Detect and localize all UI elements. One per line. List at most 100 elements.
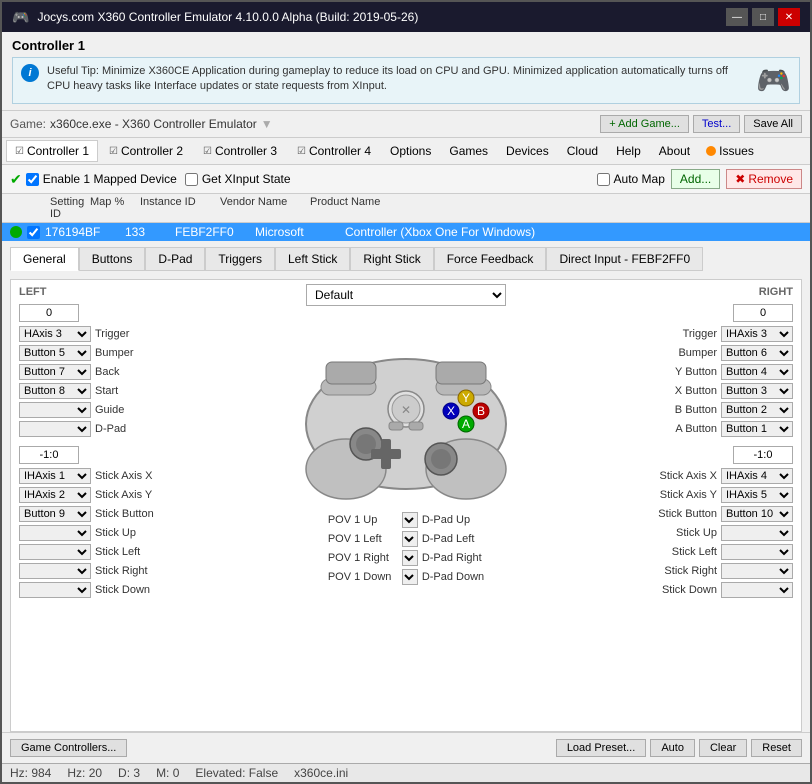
b-button-select[interactable]: Button 2 bbox=[721, 402, 793, 418]
tab-buttons[interactable]: Buttons bbox=[79, 247, 146, 271]
trigger-row-left: HAxis 3 Trigger bbox=[19, 326, 219, 342]
stick-axis-y-select-right[interactable]: IHAxis 5 bbox=[721, 487, 793, 503]
start-select[interactable]: Button 8 bbox=[19, 383, 91, 399]
maximize-button[interactable]: □ bbox=[752, 8, 774, 26]
y-button-select[interactable]: Button 4 bbox=[721, 364, 793, 380]
y-button-row: Y Button Button 4 bbox=[593, 364, 793, 380]
menu-bar: ☑ Controller 1 ☑ Controller 2 ☑ Controll… bbox=[2, 138, 810, 165]
menu-cloud[interactable]: Cloud bbox=[559, 141, 606, 161]
tab-controller3[interactable]: ☑ Controller 3 bbox=[194, 140, 286, 162]
left-panel: LEFT HAxis 3 Trigger Button 5 Bumper But… bbox=[19, 284, 219, 727]
game-controllers-button[interactable]: Game Controllers... bbox=[10, 739, 127, 757]
clear-button[interactable]: Clear bbox=[699, 739, 747, 757]
stick-axis-x-select-right[interactable]: IHAxis 4 bbox=[721, 468, 793, 484]
guide-select[interactable] bbox=[19, 402, 91, 418]
pov1-up-select[interactable]: ▼ bbox=[402, 512, 418, 528]
tab-dpad[interactable]: D-Pad bbox=[145, 247, 205, 271]
pov1-down-row: POV 1 Down ▼ D-Pad Down bbox=[328, 569, 484, 585]
menu-about[interactable]: About bbox=[651, 141, 698, 161]
stick-up-select-left[interactable] bbox=[19, 525, 91, 541]
app-title: Jocys.com X360 Controller Emulator 4.10.… bbox=[37, 10, 418, 24]
enable-mapped-label[interactable]: ✔ Enable 1 Mapped Device bbox=[10, 171, 177, 188]
tab-right-stick[interactable]: Right Stick bbox=[350, 247, 433, 271]
reset-button[interactable]: Reset bbox=[751, 739, 802, 757]
tab-controller4[interactable]: ☑ Controller 4 bbox=[288, 140, 380, 162]
menu-devices[interactable]: Devices bbox=[498, 141, 557, 161]
left-value-box[interactable] bbox=[19, 304, 79, 322]
add-game-button[interactable]: + Add Game... bbox=[600, 115, 689, 133]
status-hz: Hz: 984 bbox=[10, 766, 51, 780]
load-preset-button[interactable]: Load Preset... bbox=[556, 739, 647, 757]
auto-map-checkbox[interactable] bbox=[597, 173, 610, 186]
get-xinput-checkbox[interactable] bbox=[185, 173, 198, 186]
row-checkbox[interactable] bbox=[27, 226, 40, 239]
menu-games[interactable]: Games bbox=[441, 141, 496, 161]
map-pct-cell: 133 bbox=[125, 225, 175, 239]
minimize-button[interactable]: — bbox=[726, 8, 748, 26]
pov1-up-row: POV 1 Up ▼ D-Pad Up bbox=[328, 512, 484, 528]
col-map-pct: Map % bbox=[90, 196, 140, 220]
stick-button-select-right[interactable]: Button 10 bbox=[721, 506, 793, 522]
get-xinput-label[interactable]: Get XInput State bbox=[185, 172, 291, 186]
right-stick-value-box[interactable] bbox=[733, 446, 793, 464]
game-bar: Game: x360ce.exe - X360 Controller Emula… bbox=[2, 111, 810, 138]
pov1-left-select[interactable]: ▼ bbox=[402, 531, 418, 547]
stick-down-select-left[interactable] bbox=[19, 582, 91, 598]
status-ini: x360ce.ini bbox=[294, 766, 348, 780]
stick-left-select-left[interactable] bbox=[19, 544, 91, 560]
dpad-select[interactable] bbox=[19, 421, 91, 437]
add-button[interactable]: Add... bbox=[671, 169, 720, 189]
controller-svg: ✕ A B X bbox=[281, 314, 531, 504]
tab-controller2[interactable]: ☑ Controller 2 bbox=[100, 140, 192, 162]
close-button[interactable]: ✕ bbox=[778, 8, 800, 26]
stick-left-select-right[interactable] bbox=[721, 544, 793, 560]
table-row[interactable]: 176194BF 133 FEBF2FF0 Microsoft Controll… bbox=[2, 223, 810, 241]
trigger-row-right: Trigger IHAxis 3 bbox=[593, 326, 793, 342]
stick-axis-x-row-left: IHAxis 1 Stick Axis X bbox=[19, 468, 219, 484]
bumper-select-right[interactable]: Button 6 bbox=[721, 345, 793, 361]
left-stick-value-box[interactable] bbox=[19, 446, 79, 464]
bumper-select-left[interactable]: Button 5 bbox=[19, 345, 91, 361]
pov1-left-label: POV 1 Left bbox=[328, 533, 398, 545]
back-select[interactable]: Button 7 bbox=[19, 364, 91, 380]
pov1-right-value: D-Pad Right bbox=[422, 552, 482, 564]
stick-up-select-right[interactable] bbox=[721, 525, 793, 541]
controller-header: Controller 1 i Useful Tip: Minimize X360… bbox=[2, 32, 810, 111]
pov1-right-select[interactable]: ▼ bbox=[402, 550, 418, 566]
bottom-bar: Game Controllers... Load Preset... Auto … bbox=[2, 732, 810, 763]
tab-direct-input[interactable]: Direct Input - FEBF2FF0 bbox=[546, 247, 703, 271]
pov1-down-value: D-Pad Down bbox=[422, 571, 484, 583]
trigger-select-right[interactable]: IHAxis 3 bbox=[721, 326, 793, 342]
tab-left-stick[interactable]: Left Stick bbox=[275, 247, 350, 271]
stick-axis-x-select-left[interactable]: IHAxis 1 bbox=[19, 468, 91, 484]
stick-button-row-left: Button 9 Stick Button bbox=[19, 506, 219, 522]
right-value-box[interactable] bbox=[733, 304, 793, 322]
tab-force-feedback[interactable]: Force Feedback bbox=[434, 247, 547, 271]
stick-button-select-left[interactable]: Button 9 bbox=[19, 506, 91, 522]
menu-options[interactable]: Options bbox=[382, 141, 439, 161]
controller-image: ✕ A B X bbox=[281, 314, 531, 504]
tab-general[interactable]: General bbox=[10, 247, 79, 271]
menu-issues[interactable]: Issues bbox=[700, 141, 758, 161]
test-button[interactable]: Test... bbox=[693, 115, 740, 133]
col-product-name: Product Name bbox=[310, 196, 802, 220]
remove-button[interactable]: ✖ Remove bbox=[726, 169, 802, 189]
stick-axis-y-select-left[interactable]: IHAxis 2 bbox=[19, 487, 91, 503]
pov1-down-select[interactable]: ▼ bbox=[402, 569, 418, 585]
auto-button[interactable]: Auto bbox=[650, 739, 695, 757]
x-button-select[interactable]: Button 3 bbox=[721, 383, 793, 399]
enable-mapped-checkbox[interactable] bbox=[26, 173, 39, 186]
tab-triggers[interactable]: Triggers bbox=[205, 247, 275, 271]
save-all-button[interactable]: Save All bbox=[744, 115, 802, 133]
menu-help[interactable]: Help bbox=[608, 141, 649, 161]
bumper-row-right: Bumper Button 6 bbox=[593, 345, 793, 361]
stick-right-select-left[interactable] bbox=[19, 563, 91, 579]
auto-map-label[interactable]: Auto Map bbox=[597, 172, 665, 186]
stick-right-select-right[interactable] bbox=[721, 563, 793, 579]
a-button-select[interactable]: Button 1 bbox=[721, 421, 793, 437]
default-select[interactable]: Default bbox=[306, 284, 506, 306]
stick-down-select-right[interactable] bbox=[721, 582, 793, 598]
trigger-select-left[interactable]: HAxis 3 bbox=[19, 326, 91, 342]
tab-controller1[interactable]: ☑ Controller 1 bbox=[6, 140, 98, 162]
main-content: LEFT HAxis 3 Trigger Button 5 Bumper But… bbox=[10, 279, 802, 732]
